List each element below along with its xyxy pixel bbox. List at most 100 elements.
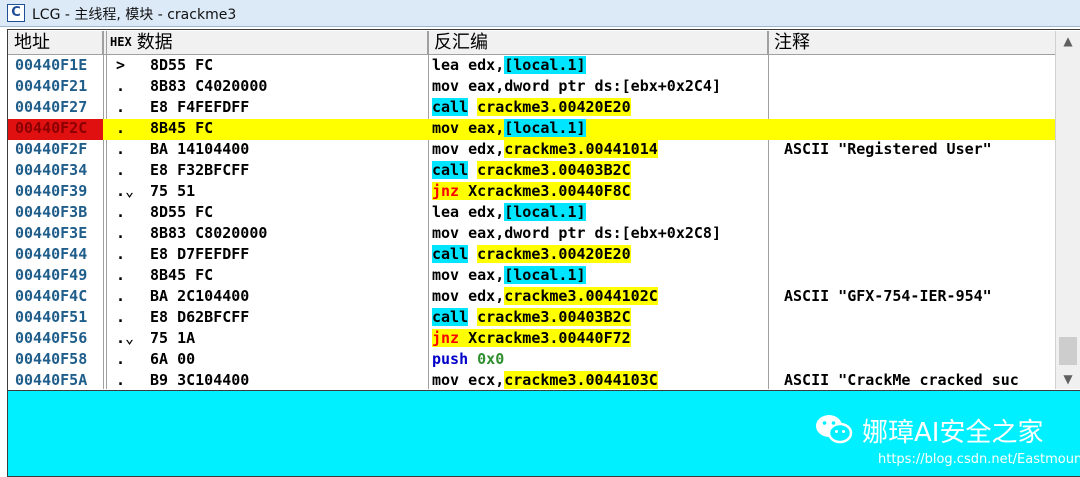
address-cell: 00440F4C: [15, 287, 88, 305]
watermark-title: 娜璋AI安全之家: [862, 418, 1044, 448]
address-cell: 00440F34: [15, 161, 88, 179]
address-cell: 00440F2F: [15, 140, 88, 158]
address-cell: 00440F56: [15, 329, 88, 347]
table-row[interactable]: 00440F5A. B9 3C104400 mov ecx,crackme3.004…: [8, 371, 1055, 389]
disasm-token: mov eax,: [432, 266, 505, 284]
table-row[interactable]: 00440F56 .⌄ 75 1A jnz Xcrackme3.00440F72: [8, 329, 1055, 350]
disasm-token: call: [432, 161, 469, 179]
column-header-disasm[interactable]: 反汇编: [428, 31, 768, 55]
table-row[interactable]: 00440F21. 8B83 C4020000 mov eax,dword ptr …: [8, 77, 1055, 98]
hex-cell: 8B83 C8020000: [150, 224, 268, 242]
jump-marker: .: [116, 308, 126, 326]
disasm-token: call: [432, 98, 469, 116]
table-row[interactable]: 00440F2F. BA 14104400 mov edx,crackme3.004…: [8, 140, 1055, 161]
comment-cell: [784, 329, 1055, 350]
hex-cell: 8B45 FC: [150, 266, 214, 284]
table-row[interactable]: 00440F39 .⌄ 75 51 jnz Xcrackme3.00440F8C: [8, 182, 1055, 203]
table-row-selected[interactable]: 00440F2C. 8B45 FC mov eax,[local.1]: [8, 119, 1055, 140]
wechat-icon: [816, 415, 853, 444]
app-icon: C: [7, 4, 25, 22]
table-row[interactable]: 00440F44. E8 D7FEFDFF call crackme3.00420E…: [8, 245, 1055, 266]
address-cell: 00440F1E: [15, 56, 88, 74]
jump-marker: .: [116, 371, 126, 389]
disasm-token: mov edx,: [432, 287, 505, 305]
comment-cell: [784, 77, 1055, 98]
disasm-token: crackme3.00420E20: [477, 245, 631, 263]
table-row[interactable]: 00440F27. E8 F4FEFDFF call crackme3.00420E…: [8, 98, 1055, 119]
disasm-cell: push 0x0: [432, 350, 769, 371]
comment-cell: [784, 224, 1055, 245]
table-row[interactable]: 00440F51. E8 D62BFCFF call crackme3.00403B…: [8, 308, 1055, 329]
disasm-token: crackme3.00441014: [504, 140, 658, 158]
watermark-url: https://blog.csdn.net/Eastmount: [878, 452, 1080, 467]
address-cell: 00440F3E: [15, 224, 88, 242]
disasm-token: crackme3.0044102C: [504, 287, 658, 305]
address-cell: 00440F39: [15, 182, 88, 200]
table-row[interactable]: 00440F34. E8 F32BFCFF call crackme3.00403B…: [8, 161, 1055, 182]
comment-cell: [784, 161, 1055, 182]
disasm-token: 0x0: [477, 350, 505, 368]
disasm-token: [468, 161, 477, 179]
disasm-token: lea edx,: [432, 203, 505, 221]
table-row[interactable]: 00440F1E >8D55 FC lea edx,[local.1]: [8, 56, 1055, 77]
disasm-token: [local.1]: [504, 56, 586, 74]
vertical-scrollbar[interactable]: ▲ ▼: [1055, 31, 1080, 389]
hex-cell: E8 D7FEFDFF: [150, 245, 250, 263]
comment-cell: [784, 308, 1055, 329]
table-row[interactable]: 00440F4C. BA 2C104400 mov edx,crackme3.004…: [8, 287, 1055, 308]
disasm-cell: call crackme3.00403B2C: [432, 308, 769, 329]
disasm-token: mov eax,dword ptr ds:[ebx+0x2C4]: [432, 77, 721, 95]
disasm-token: call: [432, 308, 469, 326]
column-header-address[interactable]: 地址: [8, 31, 103, 55]
disasm-cell: mov eax,dword ptr ds:[ebx+0x2C4]: [432, 77, 769, 98]
jump-marker: .: [116, 119, 126, 137]
hex-cell: 8B83 C4020000: [150, 77, 268, 95]
disasm-token: crackme3.00420E20: [477, 98, 631, 116]
disasm-token: jnz: [432, 182, 460, 200]
table-row[interactable]: 00440F3B. 8D55 FC lea edx,[local.1]: [8, 203, 1055, 224]
title-bar: C LCG - 主线程, 模块 - crackme3: [0, 0, 1080, 27]
disassembly-rows: 00440F1E >8D55 FC lea edx,[local.1] 00440F2…: [8, 56, 1055, 389]
hex-cell: 8D55 FC: [150, 56, 214, 74]
disasm-token: push: [432, 350, 469, 368]
column-header-comment[interactable]: 注释: [768, 31, 1055, 55]
disasm-cell: mov edx,crackme3.0044102C: [432, 287, 769, 308]
hex-tag: HEX: [110, 35, 132, 49]
jump-marker: .: [116, 77, 126, 95]
hex-cell: E8 F32BFCFF: [150, 161, 250, 179]
disasm-token: crackme3.00403B2C: [477, 161, 631, 179]
disasm-cell: mov ecx,crackme3.0044103C: [432, 371, 769, 389]
scroll-down-icon[interactable]: ▼: [1056, 369, 1080, 389]
disasm-cell: mov eax,[local.1]: [432, 119, 769, 140]
scroll-up-icon[interactable]: ▲: [1056, 31, 1080, 51]
disasm-token: [468, 308, 477, 326]
comment-cell: ASCII "Registered User": [784, 140, 992, 158]
jump-marker: .: [116, 203, 126, 221]
column-header: 地址 HEX 数据 反汇编 注释: [8, 31, 1055, 55]
disasm-cell: jnz Xcrackme3.00440F72: [432, 329, 769, 350]
scroll-thumb[interactable]: [1059, 337, 1077, 365]
jump-marker: .: [116, 287, 126, 305]
jump-marker: .: [116, 266, 126, 284]
disasm-token: crackme3.00403B2C: [477, 308, 631, 326]
table-row[interactable]: 00440F3E. 8B83 C8020000 mov eax,dword ptr …: [8, 224, 1055, 245]
jump-marker: .: [116, 350, 126, 368]
disasm-token: [468, 98, 477, 116]
jump-marker: .⌄: [116, 182, 135, 200]
table-row[interactable]: 00440F58. 6A 00 push 0x0: [8, 350, 1055, 371]
disasm-token: mov eax,dword ptr ds:[ebx+0x2C8]: [432, 224, 721, 242]
comment-cell: [784, 350, 1055, 371]
disasm-token: jnz: [432, 329, 460, 347]
disasm-token: lea edx,: [432, 56, 505, 74]
comment-cell: [784, 119, 1055, 140]
table-row[interactable]: 00440F49. 8B45 FC mov eax,[local.1]: [8, 266, 1055, 287]
column-header-hex[interactable]: HEX 数据: [103, 31, 428, 55]
hex-cell: BA 14104400: [150, 140, 250, 158]
address-cell: 00440F27: [15, 98, 88, 116]
disasm-token: [local.1]: [504, 203, 586, 221]
hex-cell: E8 D62BFCFF: [150, 308, 250, 326]
comment-cell: [784, 182, 1055, 203]
hex-cell: 8D55 FC: [150, 203, 214, 221]
disasm-token: Xcrackme3.00440F72: [459, 329, 631, 347]
jump-marker: .: [116, 224, 126, 242]
